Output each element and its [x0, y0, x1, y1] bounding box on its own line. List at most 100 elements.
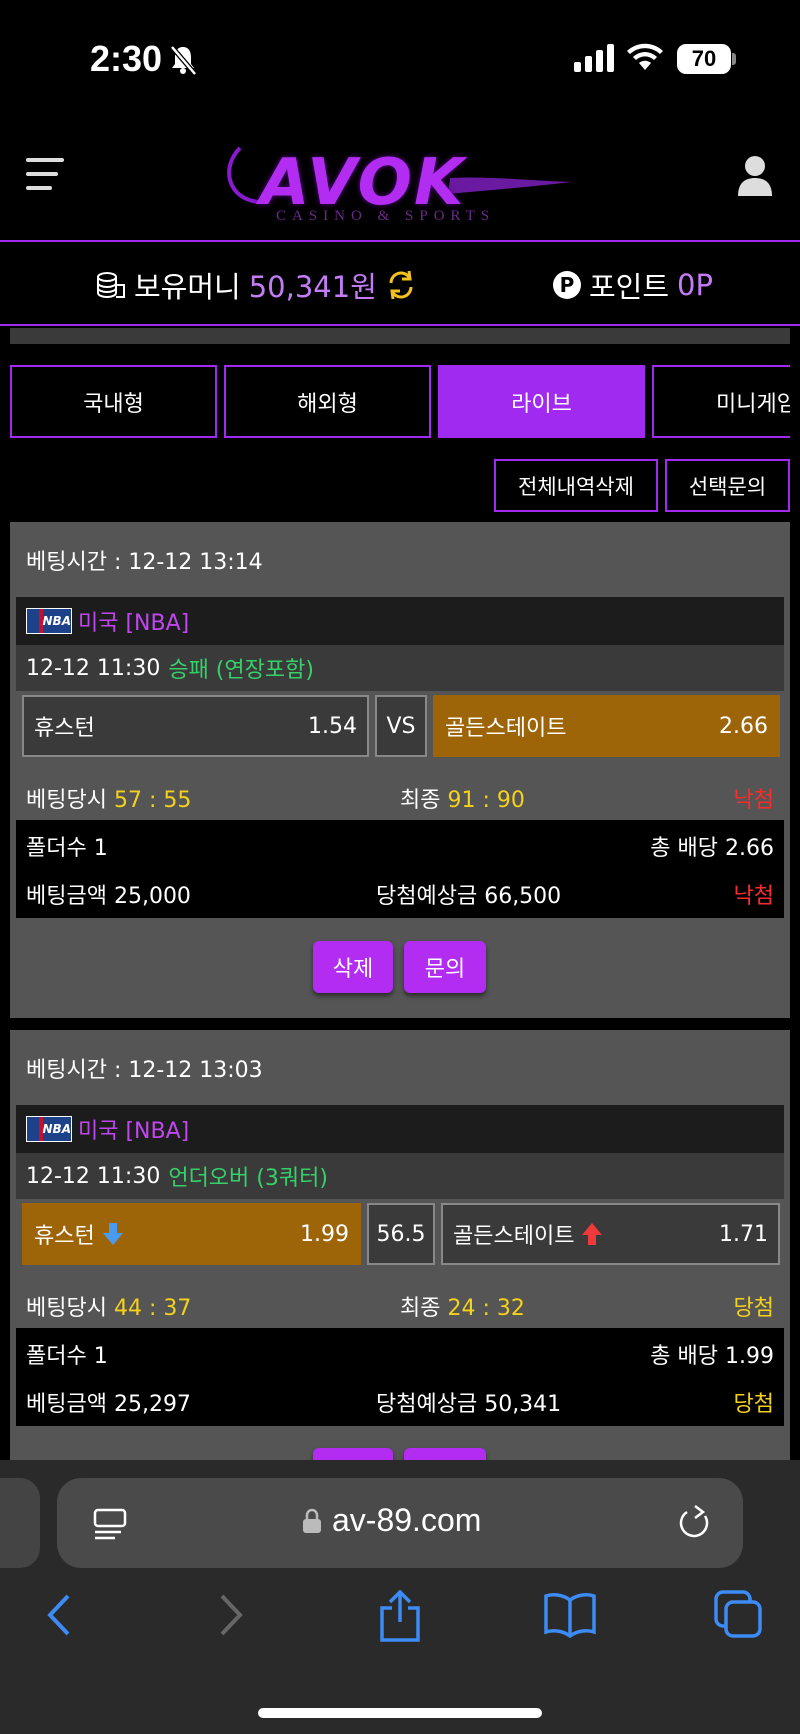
away-odds: 2.66	[719, 713, 768, 739]
user-icon[interactable]	[736, 154, 774, 198]
money-label: 보유머니	[134, 270, 241, 304]
scrolled-content-strip	[10, 328, 790, 344]
tab-live[interactable]: 라이브	[438, 365, 645, 438]
away-team: 골든스테이트	[445, 716, 567, 741]
vs-divider: VS	[375, 695, 427, 757]
lock-icon	[303, 1508, 321, 1533]
score-row: 베팅당시 44 : 37 최종 24 : 32 당첨	[16, 1280, 784, 1328]
game-time: 12-12 11:30	[26, 655, 161, 681]
money-value: 50,341원	[248, 270, 377, 304]
expected-win: 당첨예상금 66,500	[376, 884, 562, 909]
total-odds: 총 배당 2.66	[650, 836, 774, 861]
logo-subtitle: CASINO & SPORTS	[276, 208, 496, 224]
cellular-signal-icon	[574, 44, 614, 72]
folder-count: 폴더수 1	[26, 1344, 108, 1369]
point-value: 0P	[677, 268, 713, 302]
delete-button[interactable]: 삭제	[313, 941, 393, 993]
back-icon[interactable]	[44, 1590, 74, 1644]
bookmarks-icon[interactable]	[544, 1590, 596, 1642]
result-status-summary: 당첨	[733, 1392, 774, 1417]
nba-logo-icon: NBA	[26, 1116, 72, 1142]
previous-tab-preview[interactable]	[0, 1478, 40, 1568]
expected-win: 당첨예상금 50,341	[376, 1392, 562, 1417]
odds-row: 휴스턴 1.54 VS 골든스테이트 2.66	[16, 691, 784, 757]
tab-overseas[interactable]: 해외형	[224, 365, 431, 438]
bet-time: 베팅시간 : 12-12 13:03	[26, 1058, 263, 1083]
bet-summary: 폴더수 1 총 배당 1.99 베팅금액 25,297 당첨예상금 50,341…	[16, 1328, 784, 1426]
home-odds: 1.54	[308, 713, 357, 739]
refresh-icon[interactable]	[385, 269, 417, 301]
tabs-icon[interactable]	[714, 1590, 764, 1642]
point-label: 포인트	[589, 270, 670, 304]
league-row: NBA 미국 [NBA]	[16, 1105, 784, 1153]
league-row: NBA 미국 [NBA]	[16, 597, 784, 645]
score-at-bet: 57 : 55	[113, 788, 192, 813]
odds-row: 휴스턴 1.99 56.5 골든스테이트 1.71	[16, 1199, 784, 1265]
reader-mode-icon[interactable]	[93, 1508, 127, 1540]
bet-type: 언더오버 (3쿼터)	[168, 1166, 328, 1191]
bet-card: 베팅시간 : 12-12 13:14 NBA 미국 [NBA] 12-12 11…	[10, 522, 790, 1018]
point-display: P 포인트 0P	[553, 264, 713, 306]
url-text: av-89.com	[332, 1502, 482, 1538]
handicap-line: 56.5	[367, 1203, 435, 1265]
site-header: AVOK CASINO & SPORTS	[0, 118, 800, 242]
league-name: 미국 [NBA]	[78, 1119, 190, 1144]
bet-summary: 폴더수 1 총 배당 2.66 베팅금액 25,000 당첨예상금 66,500…	[16, 820, 784, 918]
inquire-button[interactable]: 문의	[404, 941, 486, 993]
wifi-icon	[627, 43, 663, 70]
result-status-summary: 낙첨	[733, 884, 774, 909]
delete-all-history-button[interactable]: 전체내역삭제	[494, 459, 658, 512]
home-team: 휴스턴	[34, 716, 95, 741]
point-badge-icon: P	[553, 271, 581, 299]
money-display: 보유머니 50,341원	[96, 264, 417, 306]
forward-icon[interactable]	[216, 1590, 246, 1644]
bet-type-tabs: 국내형 해외형 라이브 미니게임	[10, 365, 790, 439]
browser-nav	[0, 1589, 800, 1670]
arrow-up-icon	[582, 1223, 603, 1245]
battery-nub	[732, 53, 736, 65]
bell-muted-icon	[170, 45, 197, 76]
address-bar[interactable]: av-89.com	[57, 1478, 743, 1568]
total-odds: 총 배당 1.99	[650, 1344, 774, 1369]
final-score-label: 최종	[400, 788, 441, 813]
bet-amount: 베팅금액 25,000	[26, 884, 191, 909]
score-at-bet: 44 : 37	[113, 1296, 192, 1321]
game-info-row: 12-12 11:30 언더오버 (3쿼터)	[16, 1153, 784, 1199]
game-time: 12-12 11:30	[26, 1163, 161, 1189]
away-odds: 1.71	[719, 1221, 768, 1247]
score-at-bet-label: 베팅당시	[26, 788, 107, 813]
battery-indicator: 70	[677, 44, 731, 74]
over-odd-option[interactable]: 골든스테이트 1.71	[441, 1203, 780, 1265]
home-odd-option[interactable]: 휴스턴 1.54	[22, 695, 369, 757]
result-status: 낙첨	[733, 788, 774, 813]
arrow-down-icon	[102, 1223, 123, 1245]
bet-type: 승패 (연장포함)	[168, 658, 314, 683]
site-logo[interactable]: AVOK CASINO & SPORTS	[220, 138, 580, 234]
status-bar: 2:30 70	[0, 0, 800, 118]
hamburger-menu-icon[interactable]	[26, 158, 64, 194]
final-score-label: 최종	[400, 1296, 441, 1321]
home-indicator	[258, 1708, 542, 1718]
score-row: 베팅당시 57 : 55 최종 91 : 90 낙첨	[16, 772, 784, 820]
league-name: 미국 [NBA]	[78, 611, 190, 636]
inquire-selected-button[interactable]: 선택문의	[665, 459, 790, 512]
bet-time: 베팅시간 : 12-12 13:14	[26, 550, 263, 575]
tab-domestic[interactable]: 국내형	[10, 365, 217, 438]
nba-logo-icon: NBA	[26, 608, 72, 634]
home-team: 휴스턴	[34, 1224, 95, 1249]
coins-icon	[97, 272, 125, 298]
under-odd-option-selected[interactable]: 휴스턴 1.99	[22, 1203, 361, 1265]
url-display[interactable]: av-89.com	[302, 1502, 481, 1539]
away-odd-option-selected[interactable]: 골든스테이트 2.66	[433, 695, 780, 757]
share-icon[interactable]	[378, 1589, 422, 1646]
bet-amount: 베팅금액 25,297	[26, 1392, 191, 1417]
tab-minigame[interactable]: 미니게임	[652, 365, 790, 438]
score-at-bet-label: 베팅당시	[26, 1296, 107, 1321]
reload-icon[interactable]	[677, 1504, 713, 1542]
away-team: 골든스테이트	[453, 1224, 575, 1249]
result-status: 당첨	[733, 1296, 774, 1321]
game-info-row: 12-12 11:30 승패 (연장포함)	[16, 645, 784, 691]
balance-bar: 보유머니 50,341원 P 포인트 0P	[0, 244, 800, 326]
final-score: 24 : 32	[447, 1296, 525, 1321]
folder-count: 폴더수 1	[26, 836, 108, 861]
